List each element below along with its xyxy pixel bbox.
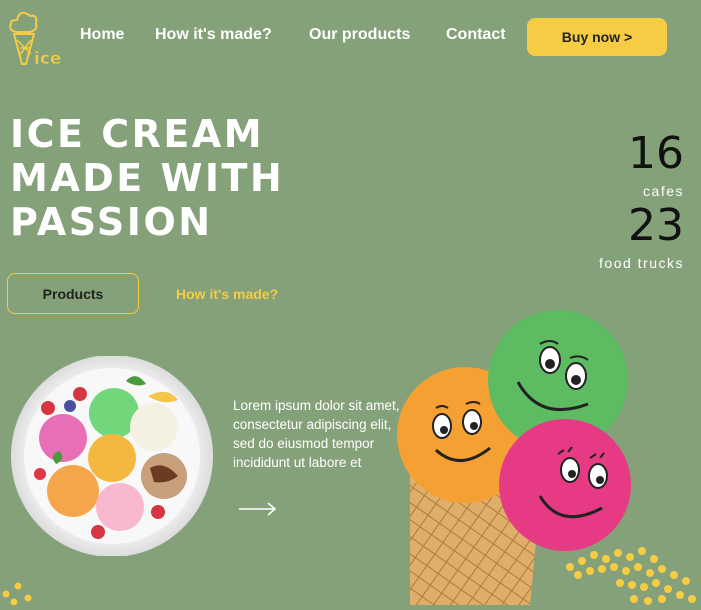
stat-cafes-value: 16 (628, 128, 684, 179)
main-nav: Home How it's made? Our products Contact… (0, 0, 701, 70)
ice-cream-plate-image (8, 355, 218, 557)
hero-title: ICE CREAM MADE WITH PASSION (10, 112, 370, 244)
nav-contact[interactable]: Contact (446, 26, 506, 44)
sprinkle-dots-decoration (560, 545, 701, 605)
hero-title-line: ICE CREAM (10, 112, 265, 156)
nav-our-products[interactable]: Our products (309, 26, 410, 44)
stat-cafes-label: cafes (643, 183, 684, 199)
how-its-made-link[interactable]: How it's made? (176, 286, 278, 302)
sprinkle-dots-decoration (0, 578, 40, 606)
hero-title-line: PASSION (10, 200, 213, 244)
stat-food-trucks-value: 23 (628, 200, 684, 251)
nav-home[interactable]: Home (80, 26, 124, 44)
products-button[interactable]: Products (7, 273, 139, 314)
stat-food-trucks-label: food trucks (599, 255, 684, 271)
buy-now-button[interactable]: Buy now > (527, 18, 667, 56)
description-text: Lorem ipsum dolor sit amet, consectetur … (233, 398, 400, 470)
hero-title-line: MADE WITH (10, 156, 285, 200)
nav-how-its-made[interactable]: How it's made? (155, 26, 272, 44)
arrow-right-icon[interactable] (238, 500, 278, 518)
